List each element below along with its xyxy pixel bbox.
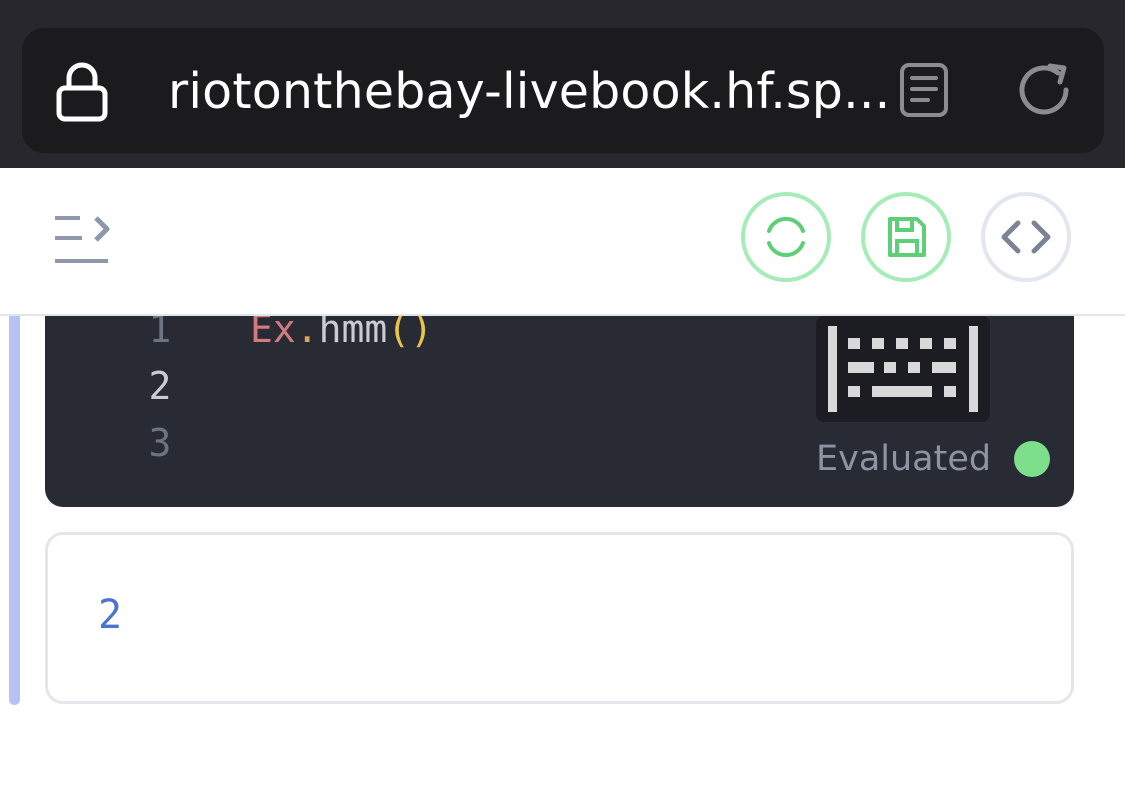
evaluation-status-dot — [1014, 441, 1050, 477]
section-indicator-bar — [9, 300, 20, 705]
code-zen-button[interactable] — [981, 192, 1071, 282]
url-text[interactable]: riotonthebay-livebook.hf.sp... — [168, 62, 890, 122]
lock-icon — [56, 62, 108, 122]
keyboard-icon[interactable] — [816, 316, 990, 422]
reconnect-runtime-icon — [767, 216, 805, 258]
reload-icon[interactable] — [1014, 60, 1074, 120]
sidebar-toggle-icon[interactable] — [52, 212, 114, 266]
reconnect-runtime-button[interactable] — [741, 192, 831, 282]
evaluation-status-label: Evaluated — [816, 439, 992, 479]
browser-toolbar: riotonthebay-livebook.hf.sp... — [0, 0, 1125, 168]
reader-mode-icon[interactable] — [898, 62, 952, 118]
cell-output: 2 — [45, 532, 1074, 704]
line-number: 2 — [148, 364, 172, 408]
notebook-header — [0, 168, 1125, 316]
save-icon — [888, 217, 926, 257]
save-button[interactable] — [861, 192, 951, 282]
code-cell-editor[interactable]: 1 2 3 Ex.hmm() Evaluated — [45, 290, 1074, 507]
output-value: 2 — [98, 592, 123, 638]
code-icon — [1001, 220, 1051, 254]
line-number: 3 — [148, 421, 172, 465]
